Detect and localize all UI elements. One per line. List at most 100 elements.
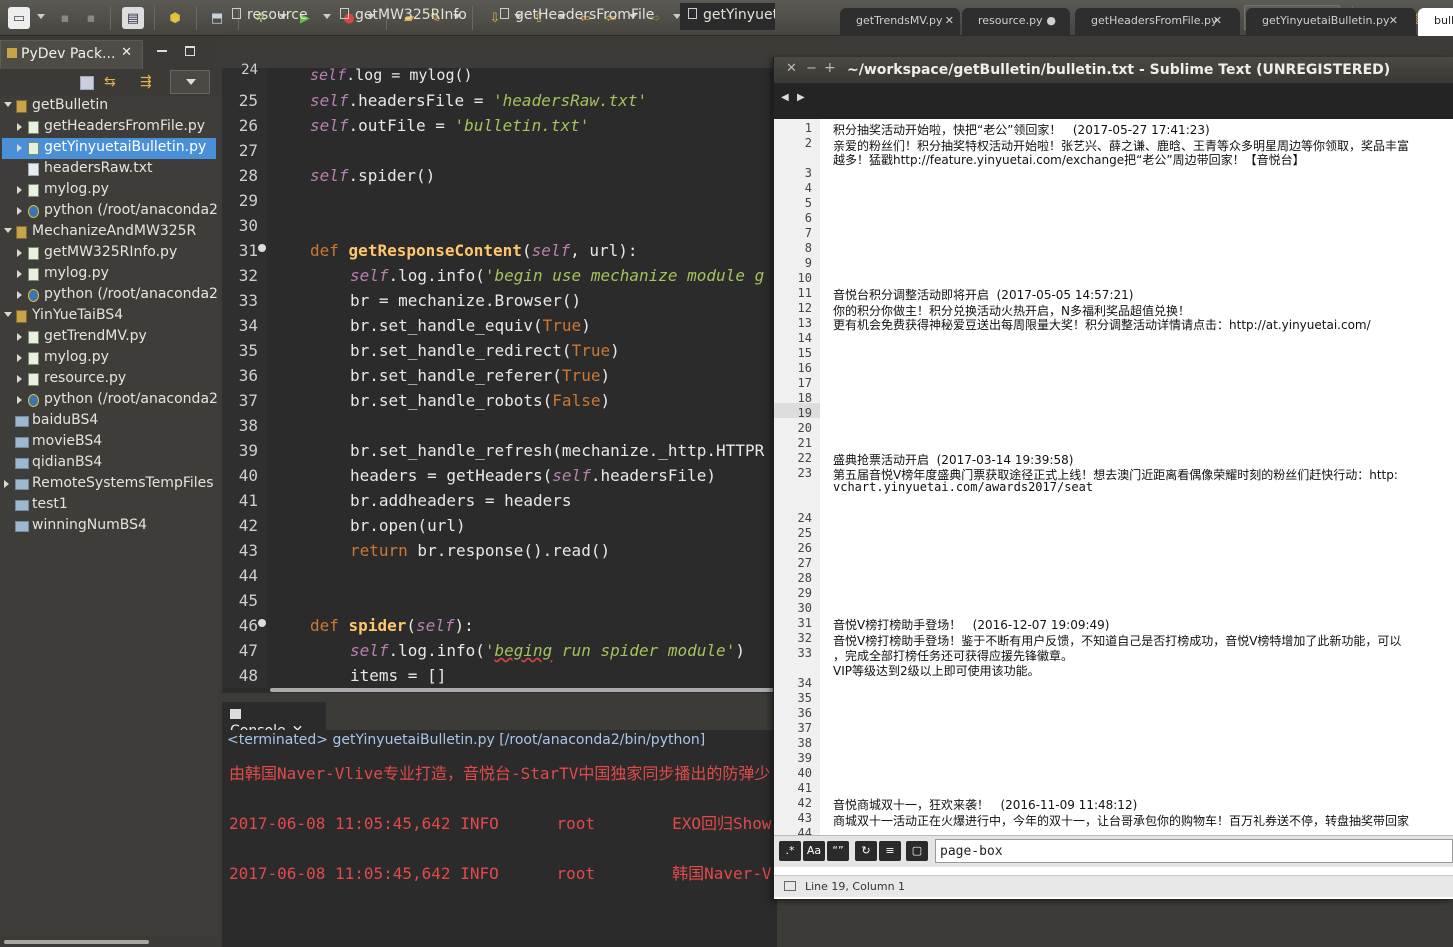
line-number: 19 bbox=[797, 406, 812, 420]
tree-item-file[interactable]: getTrendMV.py bbox=[0, 327, 218, 348]
fold-icon[interactable] bbox=[258, 619, 266, 627]
minimize-icon[interactable] bbox=[157, 44, 171, 58]
tree-item-project[interactable]: getBulletin bbox=[0, 96, 218, 117]
tree-item-label: resource.py bbox=[44, 370, 127, 386]
tree-item-interpreter[interactable]: python (/root/anaconda2 bbox=[0, 201, 218, 222]
minimize-window-icon[interactable]: − bbox=[806, 61, 817, 76]
line-number: 39 bbox=[797, 751, 812, 765]
tree-item-label: mylog.py bbox=[44, 181, 109, 197]
filter-icon[interactable]: ⇶ bbox=[140, 74, 152, 90]
line-number: 36 bbox=[238, 366, 258, 385]
tab-console[interactable]: Console✕ bbox=[222, 702, 326, 739]
python-icon[interactable]: ⬢ bbox=[164, 7, 186, 29]
tree-item-file[interactable]: getMW325RInfo.py bbox=[0, 243, 218, 264]
find-input[interactable] bbox=[935, 839, 1453, 863]
line-number: 8 bbox=[804, 241, 812, 255]
view-menu-button[interactable] bbox=[170, 70, 210, 94]
save-all-icon[interactable]: ▪ bbox=[80, 7, 102, 29]
tab-getmw325rinfo[interactable]: getMW325RInfo bbox=[340, 3, 467, 30]
console-icon bbox=[230, 709, 241, 719]
maximize-window-icon[interactable]: + bbox=[824, 60, 836, 76]
sublime-tab[interactable]: getTrendsMV.py ✕ bbox=[840, 8, 960, 36]
line-number: 28 bbox=[797, 571, 812, 585]
line-number: 9 bbox=[804, 256, 812, 270]
highlight-matches-icon[interactable]: ▢ bbox=[906, 841, 928, 861]
open-type-icon[interactable]: ⬒ bbox=[206, 7, 228, 29]
sublime-tab-active[interactable]: bull bbox=[1418, 8, 1453, 36]
close-icon[interactable]: ✕ bbox=[121, 45, 132, 60]
tree-item-file-selected[interactable]: getYinyuetaiBulletin.py bbox=[2, 138, 216, 159]
explorer-hscrollbar[interactable] bbox=[4, 940, 149, 944]
tab-next-icon[interactable]: ▶ bbox=[797, 92, 805, 103]
package-explorer-tab[interactable]: PyDev Pack... ✕ bbox=[0, 40, 143, 69]
new-dropdown[interactable] bbox=[37, 14, 45, 19]
tree-item-label: getHeadersFromFile.py bbox=[44, 118, 205, 134]
tree-item-file[interactable]: mylog.py bbox=[0, 180, 218, 201]
tree-item-label: headersRaw.txt bbox=[44, 160, 153, 176]
new-icon[interactable]: ▭ bbox=[8, 7, 30, 29]
tree-item-label: winningNumBS4 bbox=[32, 517, 147, 533]
tree-item-label: baiduBS4 bbox=[32, 412, 99, 428]
maximize-icon[interactable] bbox=[185, 46, 195, 56]
tree-item-file[interactable]: mylog.py bbox=[0, 348, 218, 369]
tree-item-label: movieBS4 bbox=[32, 433, 103, 449]
collapse-all-icon[interactable] bbox=[80, 76, 94, 90]
tree-item-project[interactable]: YinYueTaiBS4 bbox=[0, 306, 218, 327]
line-number: 31 bbox=[238, 241, 258, 260]
python-file-icon bbox=[28, 142, 39, 155]
sublime-tab[interactable]: getHeadersFromFile.py ✕ bbox=[1075, 8, 1240, 36]
in-selection-icon[interactable]: ≡ bbox=[879, 841, 901, 861]
whole-word-toggle-button[interactable]: “” bbox=[827, 841, 849, 861]
tree-item-label: python (/root/anaconda2 bbox=[44, 202, 218, 218]
python-file-icon bbox=[28, 373, 39, 386]
sublime-tab[interactable]: resource.py ● bbox=[962, 8, 1070, 36]
case-sensitive-toggle-button[interactable]: Aa bbox=[803, 841, 825, 861]
line-number: 43 bbox=[797, 811, 812, 825]
link-editor-icon[interactable]: ⇆ bbox=[104, 74, 116, 90]
line-number: 28 bbox=[238, 166, 258, 185]
tree-item-interpreter[interactable]: python (/root/anaconda2 bbox=[0, 390, 218, 411]
tree-item-folder[interactable]: RemoteSystemsTempFiles bbox=[0, 474, 218, 495]
fold-icon[interactable] bbox=[258, 244, 266, 252]
line-number: 33 bbox=[238, 291, 258, 310]
line-number: 22 bbox=[797, 451, 812, 465]
tree-item-folder[interactable]: qidianBS4 bbox=[0, 453, 218, 474]
tree-item-file[interactable]: headersRaw.txt bbox=[0, 159, 218, 180]
sublime-tab[interactable]: getYinyuetaiBulletin.py ✕ bbox=[1246, 8, 1416, 36]
save-icon[interactable]: ▪ bbox=[54, 7, 76, 29]
text-line: 越多！猛戳http://feature.yinyuetai.com/exchan… bbox=[833, 153, 1305, 167]
tree-item-interpreter[interactable]: python (/root/anaconda2 bbox=[0, 285, 218, 306]
close-icon[interactable]: ✕ bbox=[1389, 14, 1398, 27]
close-window-icon[interactable]: ✕ bbox=[786, 61, 797, 76]
tab-resource[interactable]: resource bbox=[232, 3, 308, 30]
line-number: 13 bbox=[797, 316, 812, 330]
line-number: 6 bbox=[804, 211, 812, 225]
regex-toggle-button[interactable]: .* bbox=[779, 841, 801, 861]
tree-item-file[interactable]: mylog.py bbox=[0, 264, 218, 285]
line-number: 35 bbox=[238, 341, 258, 360]
tab-getheadersfromfile[interactable]: getHeadersFromFile bbox=[500, 3, 654, 30]
tree-item-file[interactable]: getHeadersFromFile.py bbox=[0, 117, 218, 138]
tab-prev-icon[interactable]: ◀ bbox=[781, 92, 789, 103]
editor-hscrollbar[interactable] bbox=[270, 688, 777, 692]
tab-label: getYinyuetaiBulletin bbox=[703, 7, 775, 23]
tree-item-folder[interactable]: movieBS4 bbox=[0, 432, 218, 453]
tree-item-folder[interactable]: baiduBS4 bbox=[0, 411, 218, 432]
tab-label: bull bbox=[1434, 14, 1453, 27]
tree-item-project[interactable]: MechanizeAndMW325R bbox=[0, 222, 218, 243]
close-icon[interactable]: ✕ bbox=[945, 14, 954, 27]
wrap-icon[interactable]: ↻ bbox=[855, 841, 877, 861]
project-icon bbox=[16, 310, 27, 323]
tree-item-folder[interactable]: test1 bbox=[0, 495, 218, 516]
tree-item-folder[interactable]: winningNumBS4 bbox=[0, 516, 218, 537]
modified-dot-icon[interactable]: ● bbox=[1046, 14, 1056, 27]
text-line: VIP等级达到2级以上即可使用该功能。 bbox=[833, 664, 1040, 678]
tab-getyinyuetaibulletin-active[interactable]: getYinyuetaiBulletin bbox=[680, 3, 775, 30]
run-dropdown[interactable] bbox=[323, 14, 331, 19]
console-icon[interactable]: ▤ bbox=[122, 7, 144, 29]
tree-item-file[interactable]: resource.py bbox=[0, 369, 218, 390]
tree-item-label: test1 bbox=[32, 496, 68, 512]
panel-toggle-icon[interactable] bbox=[784, 881, 796, 891]
close-icon[interactable]: ✕ bbox=[1213, 14, 1222, 27]
line-number: 32 bbox=[797, 631, 812, 645]
